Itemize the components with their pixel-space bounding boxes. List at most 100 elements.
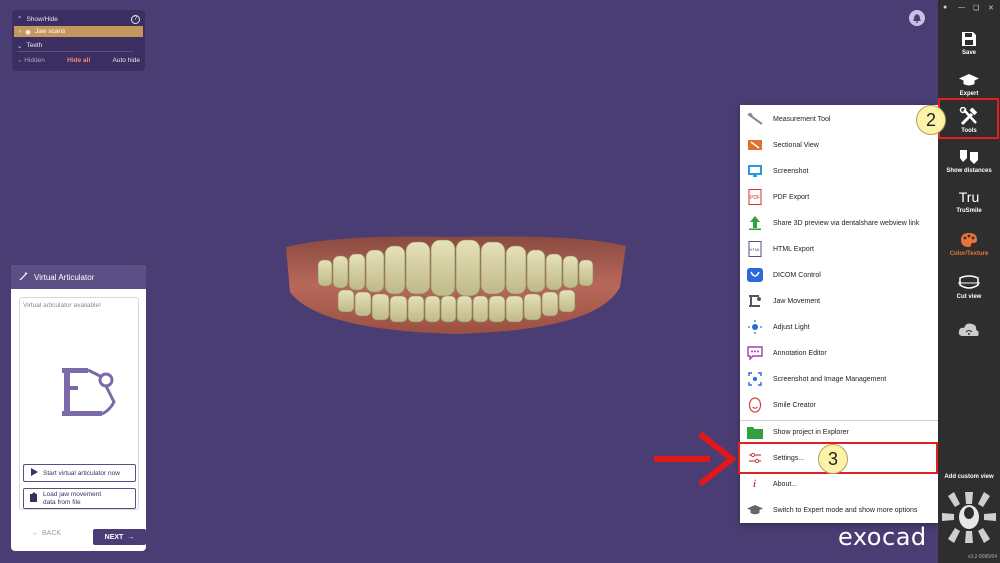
exocad-logo: exocad: [838, 523, 927, 551]
menu-item-screenshot[interactable]: Screenshot: [740, 158, 938, 184]
callout-step-3: 3: [818, 444, 848, 474]
back-button[interactable]: ← BACK: [32, 530, 61, 537]
palette-icon: [938, 229, 1000, 251]
red-arrow-icon: [650, 428, 737, 495]
speech-bubble-icon: [746, 345, 763, 362]
light-icon: [746, 319, 763, 336]
close-icon[interactable]: ✕: [988, 4, 994, 12]
notification-bell-icon[interactable]: [909, 10, 925, 26]
menu-item-label: Share 3D preview via dentalshare webview…: [773, 219, 920, 227]
menu-item-label: Screenshot and Image Management: [773, 375, 887, 383]
jaw-movement-icon: [746, 293, 763, 310]
start-articulator-button[interactable]: Start virtual articulator now: [23, 464, 136, 482]
graduation-cap-icon: [746, 502, 763, 519]
menu-item-jaw-movement[interactable]: Jaw Movement: [740, 288, 938, 314]
file-upload-icon: [30, 492, 38, 504]
menu-item-label: DICOM Control: [773, 271, 821, 279]
menu-item-html-export[interactable]: HTML HTML Export: [740, 236, 938, 262]
menu-item-dicom-control[interactable]: DICOM Control: [740, 262, 938, 288]
next-label: NEXT: [104, 533, 124, 541]
svg-text:PDF: PDF: [750, 195, 760, 201]
color-texture-button[interactable]: Color/Texture: [938, 229, 1000, 257]
arrow-left-icon: ←: [32, 530, 39, 537]
jaw-scans-row[interactable]: › ◉ Jaw scans: [14, 26, 143, 37]
menu-item-sectional-view[interactable]: Sectional View: [740, 132, 938, 158]
load-line-2: data from file: [43, 498, 81, 506]
teeth-label: Teeth: [26, 42, 43, 49]
tooth-distance-icon: [938, 146, 1000, 168]
show-hide-header[interactable]: ⌃ Show/Hide ?: [12, 13, 145, 25]
cut-view-button[interactable]: Cut view: [938, 272, 1000, 300]
virtual-articulator-title: Virtual Articulator: [34, 272, 95, 282]
menu-item-label: Sectional View: [773, 141, 819, 149]
minimize-icon[interactable]: —: [958, 4, 965, 11]
menu-item-label: Adjust Light: [773, 323, 810, 331]
trusmile-button[interactable]: Tru TruSmile: [938, 186, 1000, 214]
user-icon[interactable]: ●: [943, 4, 947, 11]
load-jaw-movement-button[interactable]: Load jaw movement data from file: [23, 488, 136, 509]
teeth-row[interactable]: ⌄ Teeth: [17, 40, 133, 52]
show-distances-button[interactable]: Show distances: [938, 146, 1000, 174]
help-icon[interactable]: ?: [131, 14, 140, 24]
sectional-view-icon: [746, 137, 763, 154]
arrow-right-icon: →: [127, 533, 135, 541]
chevron-down-icon: ⌄: [17, 42, 23, 50]
articulator-available-text: Virtual articulator available!: [23, 302, 101, 309]
play-icon: [30, 468, 38, 478]
menu-item-label: PDF Export: [773, 193, 810, 201]
back-label: BACK: [42, 530, 62, 537]
folder-icon: [746, 424, 763, 441]
show-distances-label: Show distances: [946, 168, 992, 174]
graduation-cap-icon: [938, 69, 1000, 91]
floppy-disk-icon: [938, 28, 1000, 50]
monitor-icon: [746, 163, 763, 180]
menu-item-switch-expert[interactable]: Switch to Expert mode and show more opti…: [740, 497, 938, 523]
eye-icon[interactable]: ◉: [25, 28, 31, 36]
menu-item-adjust-light[interactable]: Adjust Light: [740, 314, 938, 340]
menu-item-label: Screenshot: [773, 167, 809, 175]
load-line-1: Load jaw movement: [43, 491, 102, 499]
hidden-toggle[interactable]: ⌄ Hidden: [17, 56, 45, 64]
chevron-right-icon: ›: [19, 28, 22, 35]
restore-icon[interactable]: ❏: [973, 4, 979, 12]
pdf-icon: PDF: [746, 189, 763, 206]
tools-highlight-box: [938, 98, 999, 139]
menu-item-annotation-editor[interactable]: Annotation Editor: [740, 340, 938, 366]
menu-item-label: Show project in Explorer: [773, 428, 849, 436]
html-icon: HTML: [746, 241, 763, 258]
virtual-articulator-header: Virtual Articulator: [11, 265, 146, 289]
info-icon: i: [753, 478, 756, 490]
cloud-wifi-icon: [938, 318, 1000, 340]
save-button[interactable]: Save: [938, 28, 1000, 56]
cloud-wifi-button[interactable]: [938, 318, 1000, 340]
cut-view-icon: [938, 272, 1000, 294]
jaw-scan-3d-view[interactable]: [278, 232, 633, 347]
menu-item-measurement-tool[interactable]: Measurement Tool: [740, 106, 938, 132]
menu-item-label: Smile Creator: [773, 401, 816, 409]
add-custom-view-button[interactable]: Add custom view: [938, 474, 1000, 480]
smile-icon: [746, 397, 763, 414]
jaw-scans-label: Jaw scans: [34, 28, 66, 35]
auto-hide-button[interactable]: Auto hide: [113, 57, 140, 64]
menu-item-screenshot-image-mgmt[interactable]: Screenshot and Image Management: [740, 366, 938, 392]
capture-icon: [746, 371, 763, 388]
view-orientation-compass[interactable]: [940, 490, 998, 550]
menu-item-about[interactable]: i About...: [740, 471, 938, 497]
trusmile-logo-icon: Tru: [958, 189, 980, 205]
expert-button[interactable]: Expert: [938, 69, 1000, 97]
color-texture-label: Color/Texture: [949, 251, 989, 257]
magic-wand-icon: [19, 271, 29, 283]
menu-item-share-3d[interactable]: Share 3D preview via dentalshare webview…: [740, 210, 938, 236]
next-button[interactable]: NEXT →: [93, 529, 146, 545]
menu-item-label: Switch to Expert mode and show more opti…: [773, 506, 918, 514]
menu-item-smile-creator[interactable]: Smile Creator: [740, 392, 938, 418]
show-hide-panel: ⌃ Show/Hide ? › ◉ Jaw scans ⌄ Teeth ⌄ Hi…: [12, 10, 145, 71]
hide-all-button[interactable]: Hide all: [67, 57, 90, 64]
caliper-icon: [746, 111, 763, 128]
save-label: Save: [961, 50, 976, 56]
menu-item-label: Jaw Movement: [773, 297, 821, 305]
menu-item-pdf-export[interactable]: PDF PDF Export: [740, 184, 938, 210]
menu-item-label: HTML Export: [773, 245, 814, 253]
svg-text:HTML: HTML: [749, 247, 761, 252]
articulator-icon: [60, 366, 118, 423]
